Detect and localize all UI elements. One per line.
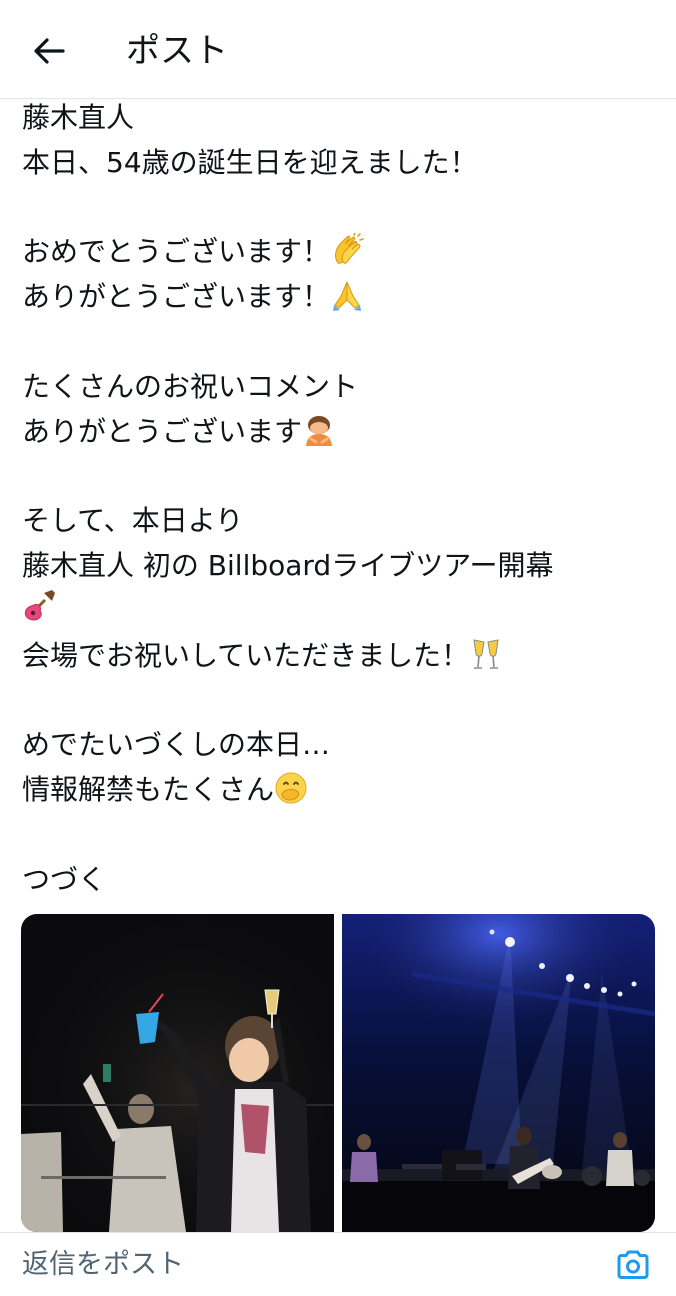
post-line: めでたいづくしの本日… [22,728,331,762]
clinking-glasses-icon [473,638,499,669]
post-line [22,589,652,634]
camera-button[interactable] [612,1245,654,1285]
concert-photo-stage-image [342,914,655,1232]
reply-bar: 返信をポスト [0,1232,676,1296]
post-line: 情報解禁もたくさん [22,768,652,813]
camera-icon [617,1250,649,1279]
post-line: おめでとうございます！ [22,230,652,275]
post-line: ありがとうございます [22,410,652,455]
post-line: ありがとうございます！ [22,275,652,320]
face-with-hand-over-mouth-icon [275,772,307,804]
post-line: 藤木直人 [22,101,135,134]
concert-photo-stage[interactable] [342,914,655,1232]
post-line: 会場でお祝いしていただきました！ [22,634,652,679]
post-line: そして、本日より [22,504,244,538]
guitar-icon [24,589,55,621]
back-button[interactable] [22,26,76,76]
person-bowing-icon [306,415,333,446]
top-bar: ポスト [0,0,676,99]
concert-photo-toast[interactable] [21,914,334,1232]
media-grid [21,914,655,1232]
post-line: 藤木直人 初の Billboardライブツアー開幕 [22,548,554,582]
folded-hands-icon [333,281,362,312]
post-line: たくさんのお祝いコメント [22,369,359,403]
post-line: 本日、54歳の誕生日を迎えました！ [22,145,478,179]
concert-photo-toast-image [21,914,334,1232]
post-body: 藤木直人 本日、54歳の誕生日を迎えました！ おめでとうございます！ ありがとう… [22,96,652,902]
reply-input[interactable]: 返信をポスト [22,1247,184,1283]
clapping-hands-icon [335,233,364,265]
page-title: ポスト [126,31,228,71]
arrow-left-icon [34,38,65,64]
post-line: つづく [22,862,107,896]
